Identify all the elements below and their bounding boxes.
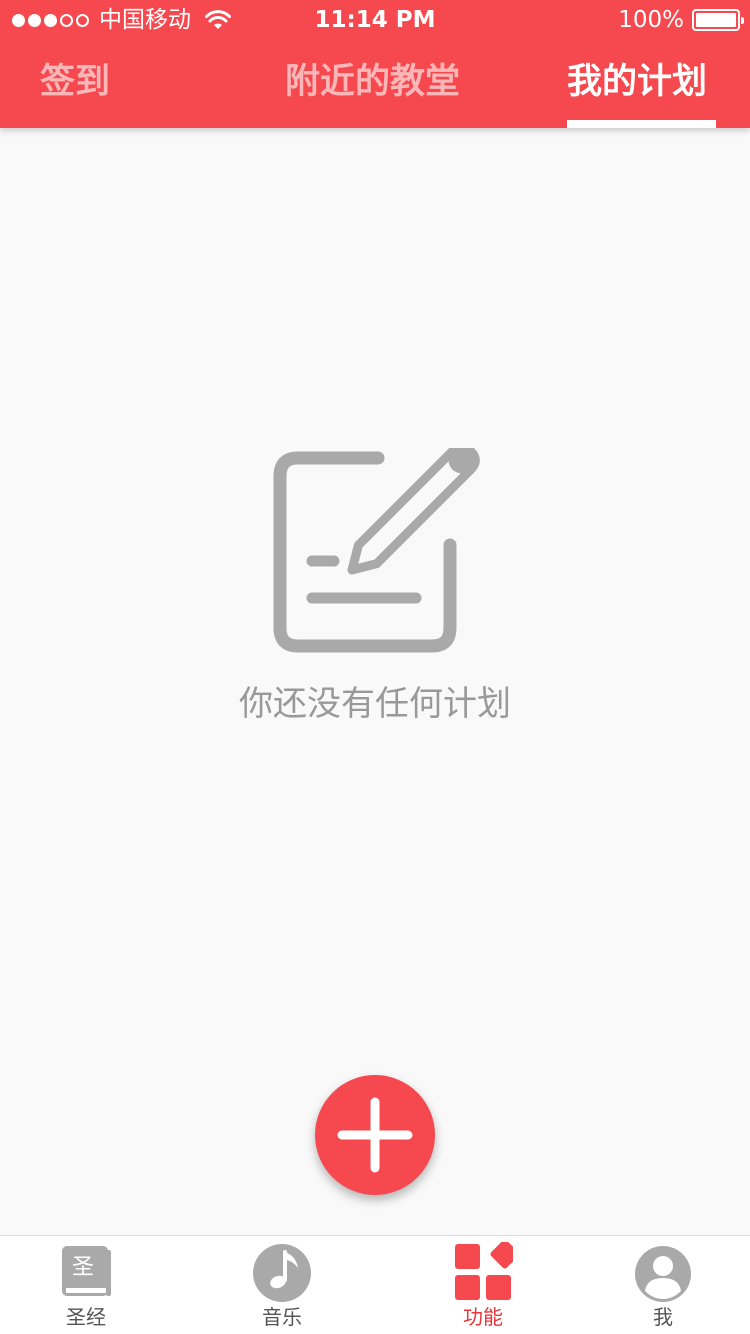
add-plan-button[interactable] [315, 1075, 435, 1195]
battery-icon [692, 9, 744, 31]
battery-level [696, 13, 736, 27]
grid-icon [455, 1242, 513, 1300]
bible-book-icon: 圣 [62, 1246, 111, 1296]
tab-nearby-churches[interactable]: 附近的教堂 [285, 60, 460, 104]
top-tabs: 签到 附近的教堂 我的计划 [0, 40, 750, 128]
nav-functions[interactable]: 功能 [423, 1236, 543, 1334]
tab-check-in[interactable]: 签到 [40, 60, 110, 104]
user-icon [635, 1246, 691, 1302]
status-right: 100% [618, 7, 744, 33]
nav-bible-label: 圣经 [66, 1305, 106, 1329]
top-app-bar: 中国移动 11:14 PM 100% 签到 附近的教堂 我的计划 [0, 0, 750, 128]
nav-music-label: 音乐 [262, 1305, 302, 1329]
status-bar: 中国移动 11:14 PM 100% [0, 0, 750, 40]
active-tab-indicator [567, 120, 716, 128]
nav-bible[interactable]: 圣 圣经 [26, 1236, 146, 1334]
tab-my-plans[interactable]: 我的计划 [567, 60, 707, 104]
nav-functions-label: 功能 [463, 1305, 503, 1329]
bottom-navigation: 圣 圣经 音乐 功能 我 [0, 1235, 750, 1334]
nav-music[interactable]: 音乐 [222, 1236, 342, 1334]
music-note-icon [253, 1244, 311, 1302]
empty-state-message: 你还没有任何计划 [239, 684, 511, 724]
nav-me[interactable]: 我 [603, 1236, 723, 1334]
bible-glyph: 圣 [72, 1255, 94, 1280]
nav-me-label: 我 [653, 1305, 673, 1329]
battery-percentage: 100% [618, 7, 684, 33]
plus-icon [337, 1097, 413, 1173]
edit-note-icon [273, 448, 480, 653]
